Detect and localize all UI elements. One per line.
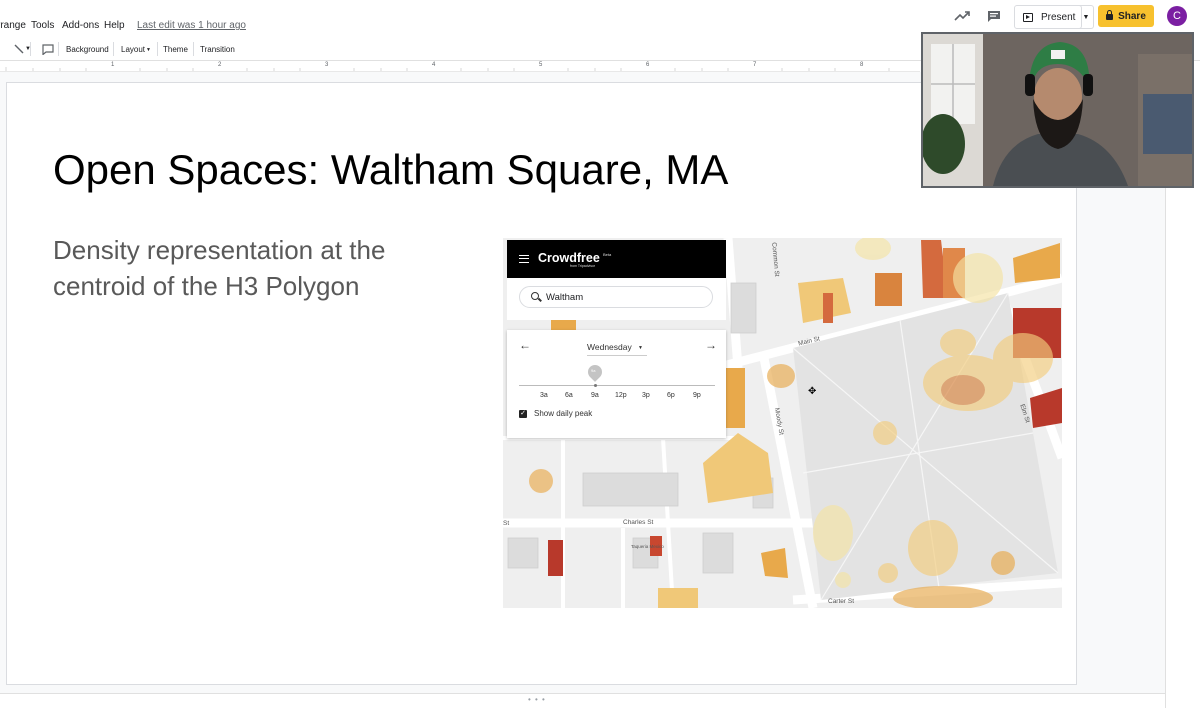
search-icon (531, 292, 539, 300)
time-tick: 9a (591, 392, 599, 399)
move-cursor-icon: ✥ (808, 386, 817, 397)
slider-dot (594, 384, 597, 387)
background-button[interactable]: Background (66, 45, 109, 54)
last-edit-link[interactable]: Last edit was 1 hour ago (137, 20, 246, 31)
search-input[interactable]: Waltham (519, 286, 713, 308)
drag-handle-icon[interactable]: • • • (528, 695, 546, 704)
street-label: Carter St (828, 598, 855, 605)
time-slider[interactable] (519, 385, 715, 386)
time-tick: 6p (667, 392, 675, 399)
arrow-right-icon[interactable]: → (705, 338, 717, 352)
chevron-down-icon: ▼ (638, 345, 643, 351)
toolbar-divider (58, 42, 59, 56)
ruler-number: 5 (539, 62, 543, 68)
share-label: Share (1118, 10, 1146, 22)
ruler-number: 7 (753, 62, 757, 68)
comment-history-icon[interactable] (981, 5, 1007, 27)
ruler-number: 3 (325, 62, 329, 68)
share-button[interactable]: Share (1098, 5, 1154, 27)
show-peak-checkbox[interactable]: ✓ (519, 410, 527, 418)
time-tick: 6a (565, 392, 573, 399)
lock-icon (1106, 10, 1114, 20)
hamburger-menu-icon[interactable] (519, 255, 529, 263)
day-select[interactable]: Wednesday (587, 342, 632, 352)
toolbar-divider (193, 42, 194, 56)
time-panel: ← Wednesday ▼ → 9a 3a 6a 9a 12p 3p 6p 9p… (507, 330, 726, 438)
crowdfree-search-area: Waltham (507, 278, 726, 320)
menu-tools[interactable]: Tools (31, 20, 54, 31)
present-button[interactable]: Present (1014, 5, 1082, 29)
slide-title[interactable]: Open Spaces: Waltham Square, MA (53, 146, 728, 194)
speaker-notes-bar[interactable] (0, 693, 1165, 709)
street-label: St (503, 520, 510, 527)
ruler-number: 4 (432, 62, 436, 68)
present-label: Present (1041, 11, 1076, 23)
time-tick: 9p (693, 392, 701, 399)
time-tick: 3a (540, 392, 548, 399)
transition-button[interactable]: Transition (200, 45, 235, 54)
street-label: Charles St (623, 519, 654, 526)
map-image[interactable]: Crowdfree Beta from Tripadvisor Waltham … (503, 238, 1062, 608)
crowdfree-logo: Crowdfree (538, 251, 600, 265)
time-tick: 12p (615, 392, 627, 399)
search-value: Waltham (546, 292, 584, 303)
arrow-left-icon[interactable]: ← (519, 338, 531, 352)
chevron-down-icon: ▼ (1082, 13, 1090, 21)
toolbar-divider (30, 42, 31, 56)
present-icon (1023, 12, 1033, 22)
ruler-number: 1 (111, 62, 115, 68)
day-underline (587, 355, 647, 356)
present-dropdown[interactable]: ▼ (1079, 5, 1094, 29)
activity-dashboard-icon[interactable] (949, 5, 975, 27)
beta-label: Beta (603, 252, 612, 257)
horizontal-ruler[interactable]: 1 2 3 4 5 6 7 8 (0, 61, 920, 72)
toolbar-divider (113, 42, 114, 56)
tagline: from Tripadvisor (570, 264, 596, 268)
layout-button[interactable]: Layout (121, 45, 145, 54)
menu-arrange[interactable]: rrange (0, 20, 26, 31)
ruler-number: 2 (218, 62, 222, 68)
ruler-number: 8 (860, 62, 864, 68)
webcam-video[interactable] (921, 32, 1194, 188)
toolbar-divider (157, 42, 158, 56)
time-tick: 3p (642, 392, 650, 399)
show-peak-label: Show daily peak (534, 409, 593, 418)
webcam-feed (923, 34, 1192, 186)
menu-help[interactable]: Help (104, 20, 125, 31)
ruler-number: 6 (646, 62, 650, 68)
avatar[interactable]: C (1167, 6, 1187, 26)
place-label: Taqueria Mexico (631, 544, 664, 549)
slide-subtitle[interactable]: Density representation at the centroid o… (53, 232, 453, 304)
slider-thumb-label: 9a (591, 368, 596, 373)
layout-chevron-icon: ▼ (146, 47, 151, 53)
theme-button[interactable]: Theme (163, 45, 188, 54)
crowdfree-header: Crowdfree Beta from Tripadvisor (507, 240, 726, 278)
menu-addons[interactable]: Add-ons (62, 20, 99, 31)
